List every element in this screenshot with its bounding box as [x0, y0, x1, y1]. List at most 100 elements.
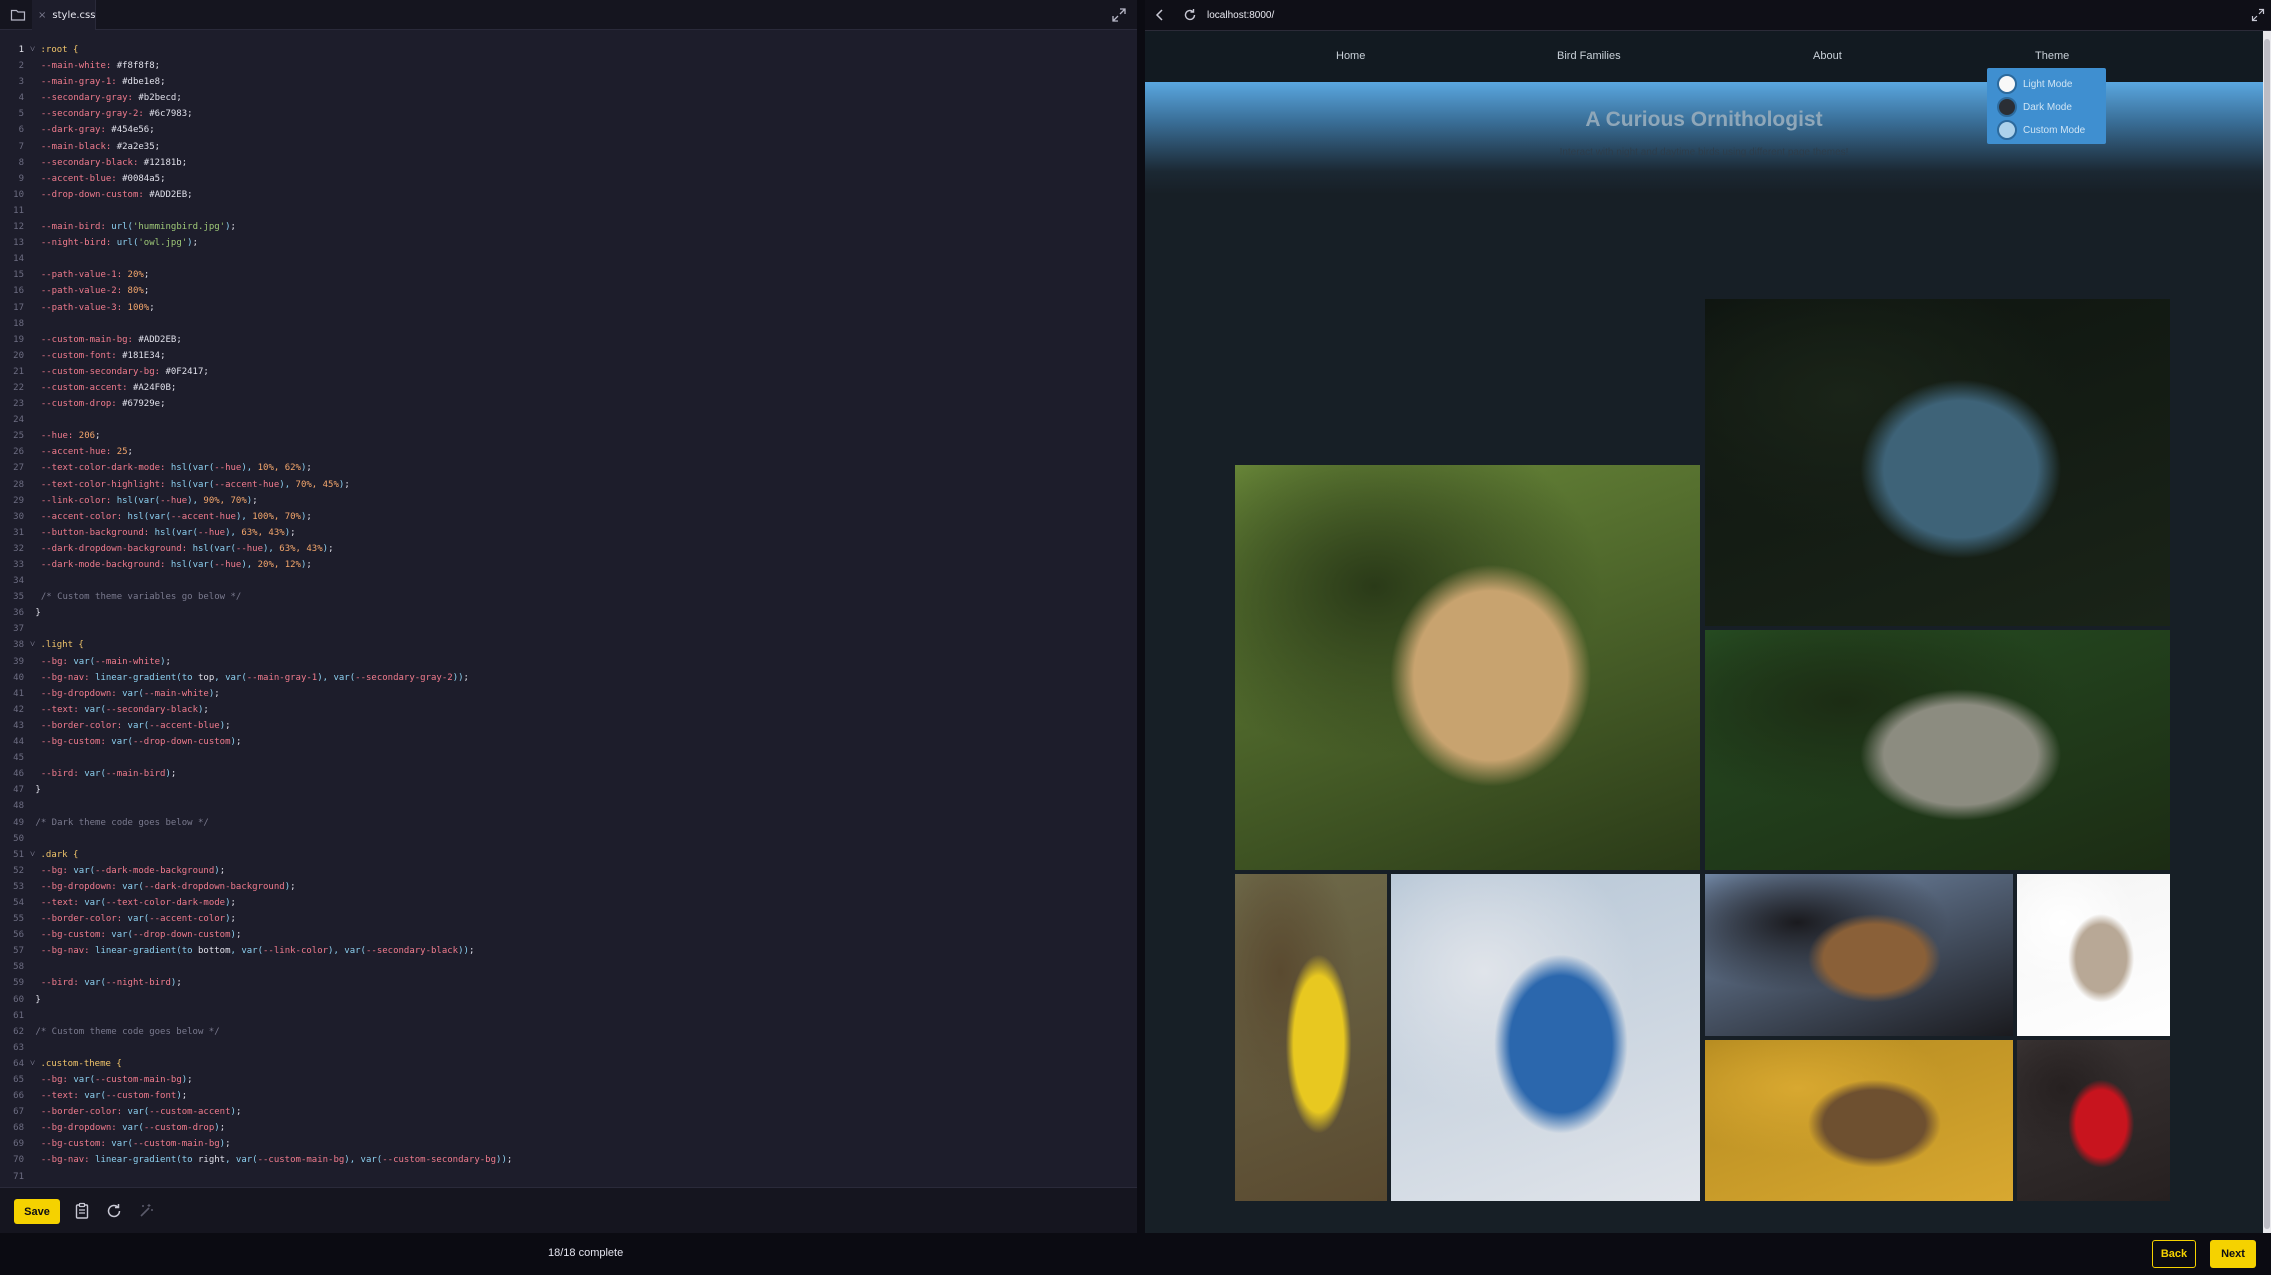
code-text: --bird: var(--night-bird);: [30, 978, 182, 989]
browser-reload-icon[interactable]: [1183, 8, 1197, 22]
code-line: 18: [0, 316, 1137, 332]
browser-back-icon[interactable]: [1153, 8, 1167, 22]
code-text: --custom-accent: #A24F0B;: [30, 382, 177, 393]
tab-style-css[interactable]: × style.css: [32, 0, 96, 30]
code-line: 43 --border-color: var(--accent-blue);: [0, 718, 1137, 734]
code-text: --bg-custom: var(--drop-down-custom);: [30, 930, 242, 941]
code-text: }: [30, 994, 41, 1005]
theme-option-dark-mode[interactable]: Dark Mode: [1997, 96, 2072, 118]
goldfinch-photo: [1235, 874, 1387, 1201]
code-text: --drop-down-custom: #ADD2EB;: [30, 189, 193, 200]
theme-option-custom-mode[interactable]: Custom Mode: [1997, 119, 2085, 141]
tab-close-icon[interactable]: ×: [38, 10, 46, 21]
line-number: 46: [13, 769, 24, 780]
code-text: --text: var(--secondary-black);: [30, 704, 209, 715]
code-line: 59 --bird: var(--night-bird);: [0, 975, 1137, 991]
line-number: 56: [13, 930, 24, 941]
code-line: 67 --border-color: var(--custom-accent);: [0, 1104, 1137, 1120]
line-number: 23: [13, 399, 24, 410]
nav-theme-link[interactable]: Theme: [2035, 50, 2069, 62]
code-line: 35 /* Custom theme variables go below */: [0, 589, 1137, 605]
line-number: 8: [18, 157, 24, 168]
line-number: 53: [13, 881, 24, 892]
save-button[interactable]: Save: [14, 1199, 60, 1224]
line-number: 12: [13, 222, 24, 233]
line-number: 3: [18, 77, 24, 88]
line-number: 47: [13, 785, 24, 796]
line-number: 7: [18, 141, 24, 152]
code-line: 68 --bg-dropdown: var(--custom-drop);: [0, 1120, 1137, 1136]
code-line: 14: [0, 251, 1137, 267]
code-text: --accent-color: hsl(var(--accent-hue), 1…: [30, 511, 312, 522]
code-text: --border-color: var(--accent-blue);: [30, 720, 231, 731]
clipboard-icon[interactable]: [73, 1202, 91, 1220]
theme-option-light-mode[interactable]: Light Mode: [1997, 73, 2072, 95]
page-scrollbar[interactable]: [2263, 31, 2271, 1233]
code-line: 39 --bg: var(--main-white);: [0, 654, 1137, 670]
nav-bird-families-link[interactable]: Bird Families: [1557, 50, 1621, 62]
code-text: --bg-dropdown: var(--custom-drop);: [30, 1123, 226, 1134]
code-text: --custom-font: #181E34;: [30, 350, 166, 361]
code-line: 10 --drop-down-custom: #ADD2EB;: [0, 187, 1137, 203]
back-button[interactable]: Back: [2152, 1240, 2196, 1268]
line-number: 22: [13, 382, 24, 393]
line-number: 66: [13, 1091, 24, 1102]
code-area[interactable]: 1 ˅ :root {2 --main-white: #f8f8f8; 3 --ma…: [0, 42, 1137, 1182]
line-number: 38: [13, 640, 24, 651]
address-bar[interactable]: [1207, 5, 2207, 26]
line-number: 69: [13, 1139, 24, 1150]
line-number: 2: [18, 61, 24, 72]
line-number: 57: [13, 946, 24, 957]
code-line: 17 --path-value-3: 100%;: [0, 300, 1137, 316]
code-line: 27 --text-color-dark-mode: hsl(var(--hue…: [0, 460, 1137, 476]
line-number: 20: [13, 350, 24, 361]
blue-tit-photo: [1391, 874, 1700, 1201]
nav-home-link[interactable]: Home: [1336, 50, 1365, 62]
heron-photo: [1705, 299, 2170, 626]
line-number: 58: [13, 962, 24, 973]
code-text: ˅ .dark {: [30, 849, 79, 860]
reset-icon[interactable]: [105, 1202, 123, 1220]
scrollbar-thumb[interactable]: [2264, 39, 2270, 1229]
folder-icon[interactable]: [10, 7, 26, 23]
code-line: 69 --bg-custom: var(--custom-main-bg);: [0, 1136, 1137, 1152]
wand-icon[interactable]: [137, 1202, 155, 1220]
code-line: 21 --custom-secondary-bg: #0F2417;: [0, 364, 1137, 380]
line-number: 70: [13, 1155, 24, 1166]
line-number: 17: [13, 302, 24, 313]
code-text: --bg-nav: linear-gradient(to top, var(--…: [30, 672, 469, 683]
code-line: 48: [0, 798, 1137, 814]
line-number: 28: [13, 479, 24, 490]
code-text: --dark-mode-background: hsl(var(--hue), …: [30, 560, 312, 570]
nav-about-link[interactable]: About: [1813, 50, 1842, 62]
code-text: --hue: 206;: [30, 431, 101, 442]
code-line: 19 --custom-main-bg: #ADD2EB;: [0, 332, 1137, 348]
line-number: 1: [18, 45, 24, 55]
expand-icon[interactable]: [1111, 7, 1127, 23]
code-line: 42 --text: var(--secondary-black);: [0, 702, 1137, 718]
code-line: 70 --bg-nav: linear-gradient(to right, v…: [0, 1152, 1137, 1168]
code-line: 51 ˅ .dark {: [0, 847, 1137, 863]
line-number: 43: [13, 720, 24, 731]
line-number: 60: [13, 994, 24, 1005]
code-line: 60 }: [0, 992, 1137, 1008]
code-text: --main-gray-1: #dbe1e8;: [30, 77, 166, 88]
code-text: ˅ .light {: [30, 640, 84, 651]
next-button[interactable]: Next: [2210, 1240, 2256, 1268]
browser-toolbar: [1145, 0, 2271, 31]
code-text: --night-bird: url('owl.jpg');: [30, 238, 199, 249]
code-line: 2 --main-white: #f8f8f8;: [0, 58, 1137, 74]
line-number: 18: [13, 318, 24, 329]
code-line: 16 --path-value-2: 80%;: [0, 283, 1137, 299]
code-text: }: [30, 608, 41, 619]
line-number: 54: [13, 897, 24, 908]
browser-expand-icon[interactable]: [2251, 8, 2265, 22]
preview-page: Home Bird Families About Theme A Curious…: [1145, 31, 2263, 1233]
theme-swatch: [1997, 97, 2017, 117]
code-text: --secondary-gray-2: #6c7983;: [30, 109, 193, 120]
